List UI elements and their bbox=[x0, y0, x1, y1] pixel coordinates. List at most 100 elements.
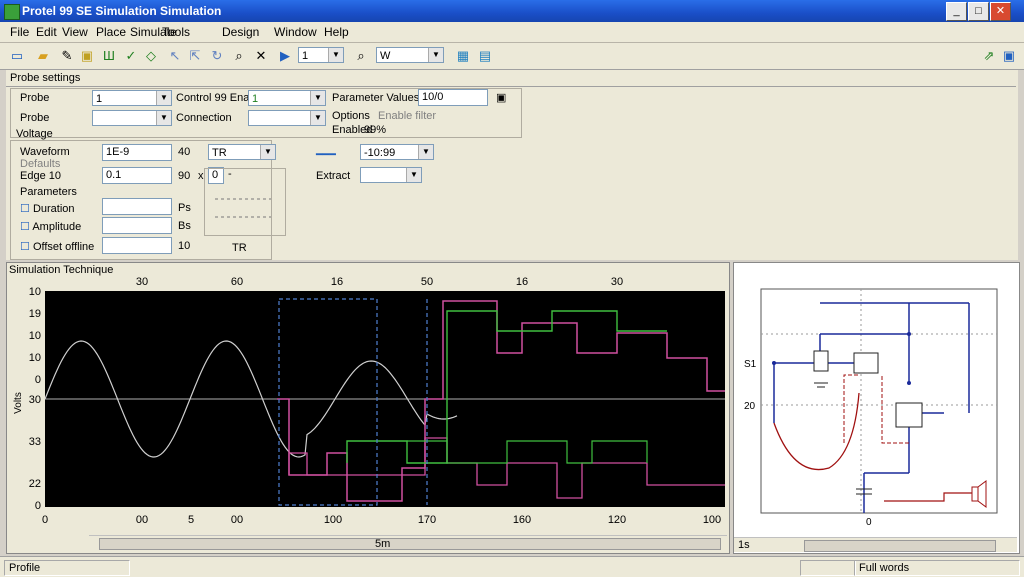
help-icon[interactable]: ▣ bbox=[1000, 47, 1018, 65]
waveform-viewer: Simulation Technique 30 60 16 50 16 30 00 5 00 10… bbox=[6, 262, 730, 554]
left-tick-label: 0 bbox=[35, 500, 41, 512]
speaker-icon bbox=[971, 486, 979, 502]
node-dot bbox=[772, 361, 776, 365]
line-style-icon: ━━━ bbox=[316, 149, 336, 161]
select-icon[interactable]: ↖ bbox=[166, 47, 184, 65]
layers-icon[interactable]: ▤ bbox=[476, 47, 494, 65]
parameter-label: Parameter Values bbox=[332, 92, 420, 104]
close-button[interactable]: ✕ bbox=[990, 2, 1011, 21]
control-combo[interactable]: 1 ▼ bbox=[248, 90, 326, 106]
chevron-down-icon: ▼ bbox=[156, 111, 171, 125]
maximize-button[interactable]: □ bbox=[968, 2, 989, 21]
chevron-down-icon: ▼ bbox=[328, 48, 343, 62]
grid-icon[interactable]: ▦ bbox=[454, 47, 472, 65]
left-tick-label: 19 bbox=[29, 308, 41, 320]
enabled-value: 99% bbox=[364, 124, 387, 136]
left-tick-label: 33 bbox=[29, 436, 41, 448]
export-icon[interactable]: ⇗ bbox=[980, 47, 998, 65]
preview-box bbox=[204, 168, 286, 236]
edge-unit: 90 bbox=[178, 170, 191, 182]
parameters-header: Parameters bbox=[20, 186, 77, 198]
amplitude-field[interactable] bbox=[102, 217, 172, 234]
chevron-down-icon: ▼ bbox=[310, 111, 325, 125]
menu-tools[interactable]: Design bbox=[222, 25, 259, 39]
source-component bbox=[813, 350, 829, 372]
speaker-cone bbox=[977, 480, 987, 508]
bottom-tick-label: 00 bbox=[231, 514, 243, 526]
horizontal-scrollbar[interactable] bbox=[89, 535, 727, 550]
probe-label: Probe bbox=[20, 112, 50, 124]
component-icon[interactable]: ◇ bbox=[142, 47, 160, 65]
bottom-tick-label: 100 bbox=[703, 514, 721, 526]
offset-checkbox[interactable]: ☐ Offset offline bbox=[20, 240, 94, 253]
window-title: Protel 99 SE Simulation Simulation bbox=[22, 4, 222, 18]
left-tick-label: 30 bbox=[29, 394, 41, 406]
y-axis-label: Volts bbox=[13, 392, 24, 414]
save-icon[interactable]: ▣ bbox=[78, 47, 96, 65]
menu-bar: File Edit View Place Simulate Tools Desi… bbox=[0, 22, 1024, 43]
menu-view[interactable]: View bbox=[62, 25, 88, 39]
rotate-icon[interactable]: ↻ bbox=[208, 47, 226, 65]
chevron-down-icon: ▼ bbox=[406, 168, 421, 182]
offset-unit: TR bbox=[232, 242, 247, 254]
offset-field[interactable] bbox=[102, 237, 172, 254]
search-icon[interactable]: ⌕ bbox=[352, 47, 370, 65]
waveform-plot[interactable]: 30 60 16 50 16 3000 5 00 100 170 160 120 10001019101… bbox=[7, 263, 729, 553]
scroll-label: 1s bbox=[738, 539, 750, 551]
waveform-combo[interactable]: TR ▼ bbox=[208, 144, 276, 160]
duration-checkbox[interactable]: ☐ Duration bbox=[20, 202, 75, 215]
top-tick-label: 30 bbox=[136, 276, 148, 288]
connection-label: Connection bbox=[176, 112, 232, 124]
menu-place[interactable]: Place bbox=[96, 25, 126, 39]
waveform-field[interactable]: 1E-9 bbox=[102, 144, 172, 161]
schematic-canvas[interactable]: S1 20 0 bbox=[734, 263, 1019, 553]
panel-header: Probe settings bbox=[10, 72, 81, 84]
probe-combo[interactable]: ▼ bbox=[92, 110, 172, 126]
scroll-thumb[interactable] bbox=[99, 538, 721, 550]
pencil-icon[interactable]: ✎ bbox=[58, 47, 76, 65]
open-folder-icon[interactable]: ▰ bbox=[34, 47, 52, 65]
bottom-tick-label: 0 bbox=[42, 514, 48, 526]
menu-simulate[interactable]: Tools bbox=[162, 25, 190, 39]
probe-icon[interactable]: ✓ bbox=[122, 47, 140, 65]
menu-edit[interactable]: Edit bbox=[36, 25, 57, 39]
scroll-thumb[interactable] bbox=[804, 540, 996, 552]
cross-icon[interactable]: ✕ bbox=[252, 47, 270, 65]
left-tick-label: 22 bbox=[29, 478, 41, 490]
extract-combo[interactable]: ▼ bbox=[360, 167, 422, 183]
move-icon[interactable]: ⇱ bbox=[186, 47, 204, 65]
voltage-header: Voltage bbox=[16, 128, 53, 140]
schematic-scrollbar[interactable] bbox=[734, 537, 1017, 552]
menu-design[interactable]: Window bbox=[274, 25, 317, 39]
top-tick-label: 16 bbox=[331, 276, 343, 288]
title-bar: Protel 99 SE Simulation Simulation _ □ ✕ bbox=[0, 0, 1024, 22]
menu-file[interactable]: File bbox=[10, 25, 29, 39]
preview-graphic bbox=[215, 198, 271, 218]
minimize-button[interactable]: _ bbox=[946, 2, 967, 21]
range-combo[interactable]: -10:99 ▼ bbox=[360, 144, 434, 160]
parameter-field[interactable]: 10/0 bbox=[418, 89, 488, 106]
control-label: Control 99 Ena bbox=[176, 92, 250, 104]
zoom-combo[interactable]: 1 ▼ bbox=[298, 47, 344, 63]
browse-icon[interactable]: ▣ bbox=[496, 91, 506, 104]
run-icon[interactable]: ▶ bbox=[276, 47, 294, 65]
curve-trace bbox=[773, 392, 860, 471]
bottom-tick-label: 5 bbox=[188, 514, 194, 526]
edge-label: Edge 10 bbox=[20, 170, 61, 182]
left-tick-label: 10 bbox=[29, 330, 41, 342]
edge-field[interactable]: 0.1 bbox=[102, 167, 172, 184]
chevron-down-icon: ▼ bbox=[260, 145, 275, 159]
zoom-icon[interactable]: ⌕ bbox=[230, 47, 248, 65]
connection-combo[interactable]: ▼ bbox=[248, 110, 326, 126]
extract-label: Extract bbox=[316, 170, 351, 182]
amplitude-checkbox[interactable]: ☐ Amplitude bbox=[20, 220, 81, 233]
menu-window[interactable]: Help bbox=[324, 25, 349, 39]
find-combo[interactable]: W ▼ bbox=[376, 47, 444, 63]
status-left: Profile bbox=[4, 560, 130, 576]
wire-icon[interactable]: Ш bbox=[100, 47, 118, 65]
new-icon[interactable]: ▭ bbox=[8, 47, 26, 65]
profile-combo[interactable]: 1 ▼ bbox=[92, 90, 172, 106]
duration-field[interactable] bbox=[102, 198, 172, 215]
bottom-tick-label: 120 bbox=[608, 514, 626, 526]
bottom-tick-label: 170 bbox=[418, 514, 436, 526]
